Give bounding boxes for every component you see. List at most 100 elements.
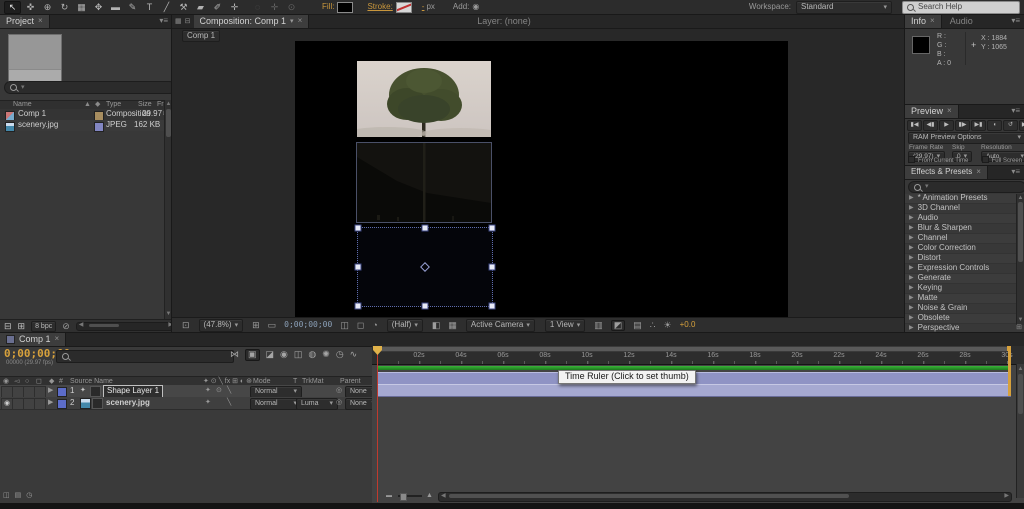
from-current-time-checkbox[interactable] [908, 156, 915, 163]
anchor-point[interactable] [420, 262, 430, 272]
expand-arrow-icon[interactable]: ▶ [909, 245, 914, 252]
expand-transfer-controls-icon[interactable]: ▤ [15, 492, 22, 500]
effects-search-input[interactable]: ▾ [908, 181, 1024, 193]
show-snapshot-icon[interactable]: ◻ [357, 321, 364, 331]
current-time[interactable]: 0;00;00;00 [284, 321, 332, 330]
work-area-end-bracket[interactable] [1008, 346, 1011, 396]
timeline-zoom-slider[interactable] [398, 495, 422, 497]
layer-label-swatch[interactable] [57, 399, 67, 409]
next-frame-button[interactable]: ▮▶ [955, 120, 970, 131]
track-z-camera-icon[interactable]: ⊙ [284, 2, 299, 14]
thumbnail-toggle-icon[interactable] [92, 398, 103, 409]
effects-scrollbar[interactable]: ▲▼ [1016, 194, 1024, 325]
expand-arrow-icon[interactable]: ▶ [909, 215, 914, 222]
hide-shy-layers-icon[interactable]: ◉ [280, 350, 288, 360]
pixel-aspect-icon[interactable]: ▥ [594, 321, 603, 331]
layer-name[interactable]: scenery.jpg [106, 399, 150, 408]
panel-menu-icon[interactable]: ▾≡ [1007, 166, 1024, 179]
motion-blur-icon[interactable]: ◍ [308, 350, 316, 360]
zoom-slider-thumb[interactable] [400, 493, 407, 501]
draft-3d-icon[interactable]: ◪ [266, 350, 275, 360]
graph-editor-icon[interactable]: ∿ [350, 350, 358, 360]
ram-preview-button[interactable]: ▶▶ [1019, 120, 1024, 131]
tab-project[interactable]: Project × [0, 15, 50, 28]
region-of-interest-icon[interactable]: ◧ [432, 321, 441, 331]
resolution-select[interactable]: (Half)▾ [387, 319, 423, 332]
audio-toggle-button[interactable]: ◖ [987, 120, 1002, 131]
timeline-search-input[interactable] [56, 350, 234, 363]
shape-tool[interactable]: ▬ [108, 2, 123, 14]
comp-breadcrumb[interactable]: Comp 1 [182, 30, 220, 42]
work-area-bar[interactable] [377, 346, 1011, 352]
timeline-vscrollbar[interactable]: ▲ [1016, 364, 1024, 498]
selection-handle[interactable] [422, 303, 429, 310]
flowchart-button-icon[interactable]: ∴ [650, 321, 656, 331]
selection-handle[interactable] [489, 303, 496, 310]
interpret-footage-icon[interactable]: ⊟ [4, 322, 12, 332]
zoom-out-mountain-icon[interactable]: ▬ [386, 493, 392, 500]
brush-tool[interactable]: ╱ [159, 2, 174, 14]
tab-effects-presets[interactable]: Effects & Presets × [905, 166, 988, 179]
selection-handle[interactable] [489, 225, 496, 232]
chevron-down-icon[interactable]: ▾ [290, 18, 294, 26]
selection-handle[interactable] [355, 264, 362, 271]
tab-info[interactable]: Info × [905, 15, 942, 28]
camera-select[interactable]: Active Camera▾ [466, 319, 535, 332]
auto-keyframe-icon[interactable]: ◷ [336, 350, 344, 360]
always-preview-icon[interactable]: ⊡ [182, 321, 190, 331]
expand-arrow-icon[interactable]: ▶ [909, 225, 914, 232]
tab-audio[interactable]: Audio [942, 15, 981, 28]
dark-scenery-layer[interactable] [357, 143, 491, 222]
ram-preview-options-select[interactable]: RAM Preview Options ▾ [908, 132, 1024, 144]
pen-tool[interactable]: ✎ [125, 2, 140, 14]
selection-handle[interactable] [489, 264, 496, 271]
tree-image-layer[interactable] [357, 61, 491, 137]
time-ruler[interactable]: 02s04s06s08s10s12s14s16s18s20s22s24s26s2… [372, 346, 1024, 365]
expand-arrow-icon[interactable]: ▶ [909, 325, 914, 332]
pan-behind-tool[interactable]: ✥ [91, 2, 106, 14]
thumbnail-toggle-icon[interactable] [90, 386, 101, 397]
expand-arrow-icon[interactable]: ▶ [909, 205, 914, 212]
expand-arrow-icon[interactable]: ▶ [909, 305, 914, 312]
shape-layer-selection[interactable] [357, 227, 493, 307]
expand-arrow-icon[interactable]: ▶ [909, 315, 914, 322]
tab-preview[interactable]: Preview × [905, 105, 959, 118]
new-folder-icon[interactable]: ⊞ [18, 322, 26, 332]
expand-arrow-icon[interactable]: ▶ [909, 275, 914, 282]
expand-arrow-icon[interactable]: ▶ [909, 265, 914, 272]
lock-panel-icon[interactable]: ⊟ [185, 18, 191, 26]
tab-composition[interactable]: Composition: Comp 1 ▾ × [194, 15, 310, 28]
expand-arrow-icon[interactable]: ▶ [909, 235, 914, 242]
stroke-width-value[interactable]: - [422, 3, 425, 12]
track-matte-select[interactable]: Luma▾ [296, 398, 338, 410]
close-icon[interactable]: × [930, 17, 935, 26]
brainstorm-icon[interactable]: ✺ [322, 350, 330, 360]
expand-arrow-icon[interactable]: ▶ [909, 195, 914, 202]
loop-button[interactable]: ↺ [1003, 120, 1018, 131]
parent-pickwhip-icon[interactable]: ◎ [336, 387, 342, 395]
expand-arrow-icon[interactable]: ▶ [909, 295, 914, 302]
panel-resize-grip-icon[interactable]: ⊞ [1016, 324, 1022, 332]
fill-label[interactable]: Fill: [322, 3, 334, 12]
comp-mini-flowchart-icon[interactable]: ⋈ [230, 350, 239, 360]
roto-brush-tool[interactable]: ✐ [210, 2, 225, 14]
exposure-value[interactable]: +0.0 [680, 321, 696, 330]
expand-arrow-icon[interactable]: ▶ [48, 399, 53, 407]
sort-arrow-icon[interactable]: ▲ [84, 101, 91, 109]
column-size[interactable]: Size [138, 101, 152, 109]
panel-menu-icon[interactable]: ▾≡ [1007, 105, 1024, 118]
lock-toggle[interactable] [34, 398, 46, 410]
blend-switch-icon[interactable]: ╲ [227, 387, 231, 395]
blend-switch-icon[interactable]: ╲ [227, 399, 231, 407]
expand-arrow-icon[interactable]: ▶ [48, 387, 53, 395]
selection-tool[interactable]: ↖ [4, 1, 21, 15]
project-row-comp1[interactable]: Comp 1 Composition 29.97 ⧉ [0, 109, 164, 120]
clone-stamp-tool[interactable]: ⚒ [176, 2, 191, 14]
delete-icon[interactable]: ⊘ [62, 322, 70, 332]
magnification-select[interactable]: (47.8%)▾ [199, 319, 244, 332]
stroke-label[interactable]: Stroke: [367, 3, 392, 12]
column-type[interactable]: Type [106, 101, 121, 109]
playhead-line[interactable] [377, 354, 378, 502]
layer-label-swatch[interactable] [57, 387, 67, 397]
blend-mode-select[interactable]: Normal▾ [250, 398, 302, 410]
